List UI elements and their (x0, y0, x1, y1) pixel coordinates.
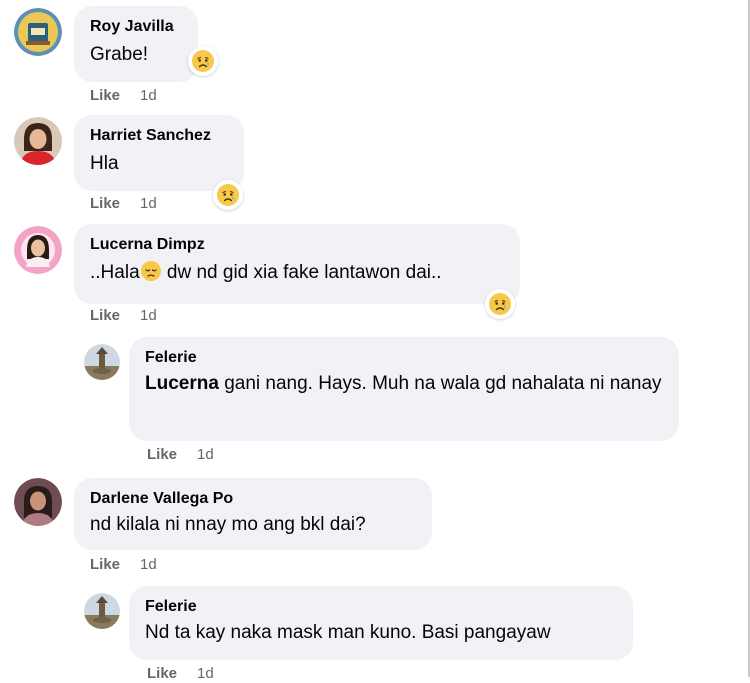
like-button[interactable]: Like (90, 307, 120, 324)
timestamp[interactable]: 1d (197, 665, 214, 682)
comment-text-body: gani nang. Hays. Muh na wala gd nahalata… (218, 373, 662, 394)
comment-bubble: Roy Javilla Grabe! (74, 6, 198, 82)
timestamp[interactable]: 1d (140, 87, 157, 104)
comment-author[interactable]: Felerie (145, 597, 617, 617)
comment-author[interactable]: Felerie (145, 348, 663, 368)
comment-bubble: Harriet Sanchez Hla (74, 115, 244, 191)
timestamp[interactable]: 1d (140, 195, 157, 212)
comment-text: ..Hala dw nd gid xia fake lantawon dai.. (90, 259, 504, 287)
sad-reaction-icon[interactable] (485, 289, 515, 319)
comment-text: nd kilala ni nnay mo ang bkl dai? (90, 514, 366, 535)
comment-actions: Like 1d (147, 446, 214, 464)
timestamp[interactable]: 1d (197, 446, 214, 463)
comment-text-end: dw nd gid xia fake lantawon dai.. (161, 262, 442, 283)
avatar[interactable] (14, 478, 62, 526)
avatar[interactable] (14, 117, 62, 165)
avatar[interactable] (84, 344, 120, 380)
sad-reaction-icon[interactable] (188, 46, 218, 76)
comment-bubble: Lucerna Dimpz ..Hala dw nd gid xia fake … (74, 224, 520, 304)
comment-actions: Like 1d (90, 195, 157, 213)
comment-bubble: Darlene Vallega Po nd kilala ni nnay mo … (74, 478, 432, 550)
like-button[interactable]: Like (147, 446, 177, 463)
pensive-emoji-icon (140, 260, 162, 282)
reply-bubble: Felerie Nd ta kay naka mask man kuno. Ba… (129, 586, 633, 660)
comment-actions: Like 1d (90, 307, 157, 325)
mention-link[interactable]: Lucerna (145, 373, 219, 394)
comment-actions: Like 1d (147, 665, 214, 683)
comment-text: Nd ta kay naka mask man kuno. Basi panga… (145, 622, 551, 643)
comment-author[interactable]: Roy Javilla (90, 17, 182, 37)
avatar[interactable] (14, 226, 62, 274)
timestamp[interactable]: 1d (140, 307, 157, 324)
like-button[interactable]: Like (147, 665, 177, 682)
comment-text-start: ..Hala (90, 262, 140, 283)
sad-reaction-icon[interactable] (213, 180, 243, 210)
timestamp[interactable]: 1d (140, 556, 157, 573)
like-button[interactable]: Like (90, 87, 120, 104)
comment-text: Hla (90, 153, 119, 174)
reply-bubble: Felerie Lucerna gani nang. Hays. Muh na … (129, 337, 679, 441)
comment-author[interactable]: Darlene Vallega Po (90, 489, 416, 509)
comment-actions: Like 1d (90, 556, 157, 574)
comment-text: Lucerna gani nang. Hays. Muh na wala gd … (145, 370, 663, 398)
avatar[interactable] (84, 593, 120, 629)
comment-actions: Like 1d (90, 87, 157, 105)
avatar[interactable] (14, 8, 62, 56)
like-button[interactable]: Like (90, 556, 120, 573)
like-button[interactable]: Like (90, 195, 120, 212)
comment-text: Grabe! (90, 44, 149, 65)
comment-author[interactable]: Harriet Sanchez (90, 126, 228, 146)
comment-author[interactable]: Lucerna Dimpz (90, 235, 504, 255)
